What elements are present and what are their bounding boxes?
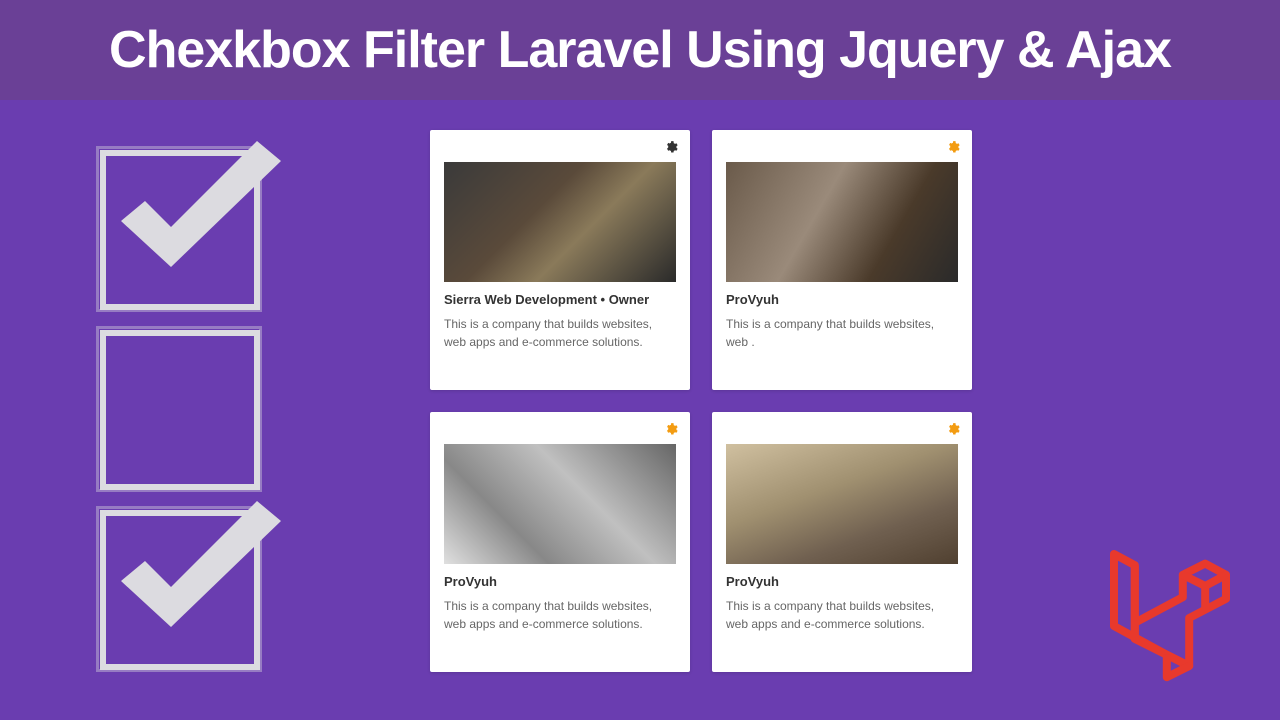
results-grid: Sierra Web Development • Owner This is a… xyxy=(430,130,972,672)
header-bar: Chexkbox Filter Laravel Using Jquery & A… xyxy=(0,0,1280,100)
result-card[interactable]: ProVyuh This is a company that builds we… xyxy=(712,130,972,390)
main-content: Sierra Web Development • Owner This is a… xyxy=(0,100,1280,702)
card-title: ProVyuh xyxy=(726,292,958,307)
filter-checkbox-1[interactable] xyxy=(100,150,260,310)
card-image xyxy=(726,444,958,564)
card-title: ProVyuh xyxy=(444,574,676,589)
result-card[interactable]: Sierra Web Development • Owner This is a… xyxy=(430,130,690,390)
filter-sidebar xyxy=(40,130,340,672)
card-image xyxy=(444,444,676,564)
result-card[interactable]: ProVyuh This is a company that builds we… xyxy=(712,412,972,672)
filter-checkbox-2[interactable] xyxy=(100,330,260,490)
check-icon xyxy=(101,131,301,311)
gear-icon[interactable] xyxy=(946,140,960,157)
page-title: Chexkbox Filter Laravel Using Jquery & A… xyxy=(109,20,1171,80)
card-image xyxy=(444,162,676,282)
card-description: This is a company that builds websites, … xyxy=(444,315,676,351)
check-icon xyxy=(101,491,301,671)
gear-icon[interactable] xyxy=(946,422,960,439)
card-image xyxy=(726,162,958,282)
result-card[interactable]: ProVyuh This is a company that builds we… xyxy=(430,412,690,672)
gear-icon[interactable] xyxy=(664,140,678,157)
card-title: ProVyuh xyxy=(726,574,958,589)
filter-checkbox-3[interactable] xyxy=(100,510,260,670)
card-description: This is a company that builds websites, … xyxy=(726,597,958,633)
gear-icon[interactable] xyxy=(664,422,678,439)
laravel-logo-icon xyxy=(1090,530,1250,690)
card-title: Sierra Web Development • Owner xyxy=(444,292,676,307)
card-description: This is a company that builds websites, … xyxy=(726,315,958,351)
card-description: This is a company that builds websites, … xyxy=(444,597,676,633)
